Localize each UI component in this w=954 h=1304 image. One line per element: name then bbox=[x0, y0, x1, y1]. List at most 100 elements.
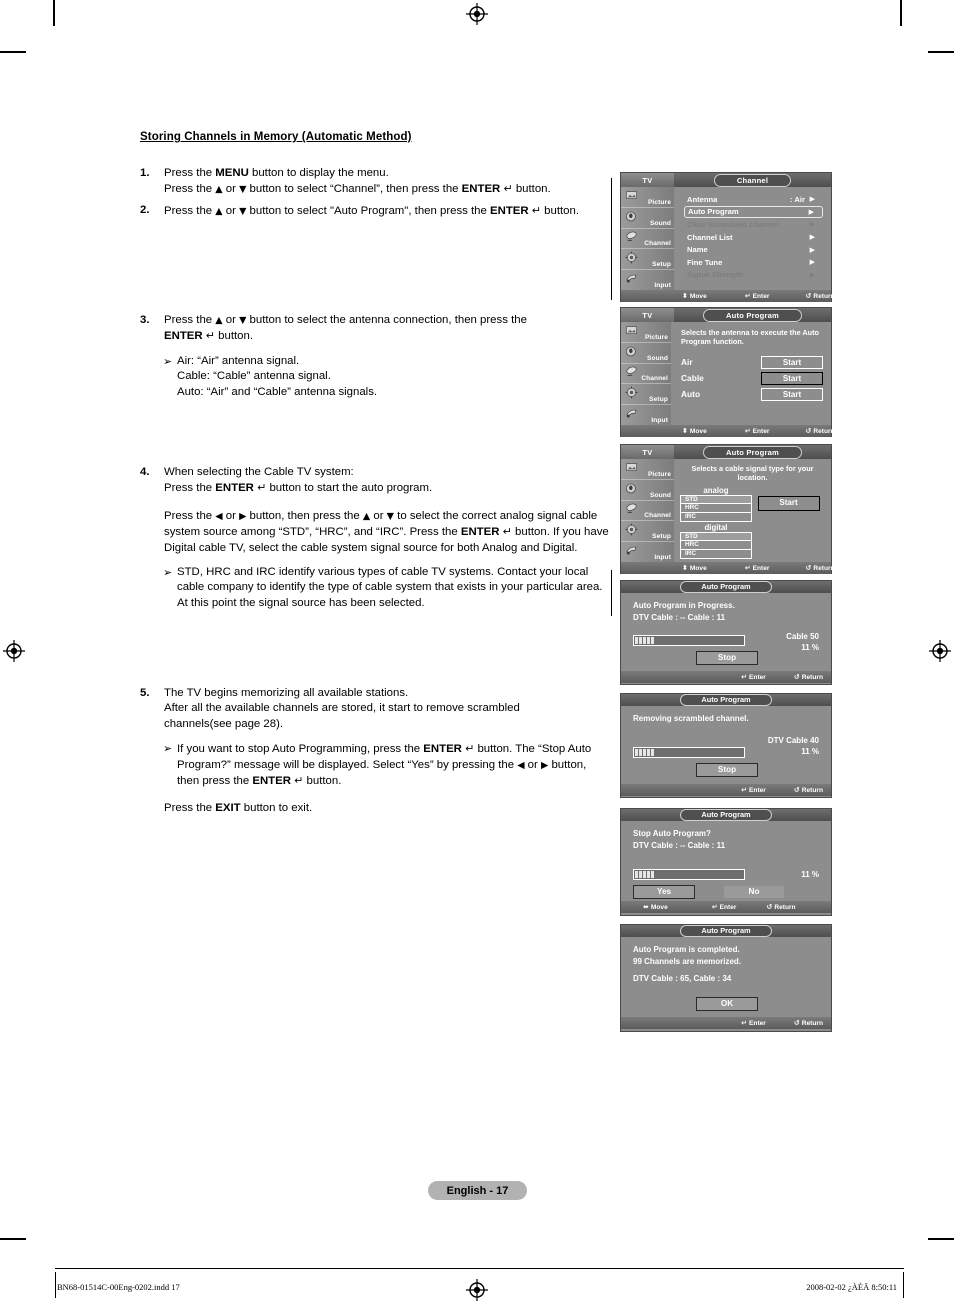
no-button[interactable]: No bbox=[723, 885, 785, 899]
analog-option-std[interactable]: STD bbox=[681, 495, 751, 505]
picture-icon bbox=[625, 189, 638, 202]
osd-sidebar: Picture Sound Channel Setup Input bbox=[621, 322, 671, 425]
dialog-footer: ⬌ Move ↵ Enter ↺ Return bbox=[621, 901, 831, 913]
dialog-title: Auto Program bbox=[680, 925, 772, 937]
page-side-rule-2 bbox=[611, 570, 613, 616]
sidebar-label: Input bbox=[651, 416, 668, 424]
sidebar-item-picture[interactable]: Picture bbox=[621, 187, 674, 208]
stop-button[interactable]: Stop bbox=[696, 762, 758, 777]
progress-stat-channel: Cable 50 bbox=[786, 632, 819, 641]
sidebar-item-input[interactable]: Input bbox=[621, 542, 674, 562]
start-button[interactable]: Start bbox=[757, 495, 820, 511]
sidebar-label: Sound bbox=[649, 491, 671, 499]
osd-dialog-stop-auto-program: Auto Program Stop Auto Program? DTV Cabl… bbox=[620, 808, 832, 916]
digital-option-list: STD HRC IRC bbox=[680, 531, 752, 560]
step-5-number: 5. bbox=[140, 687, 150, 699]
step-1-number: 1. bbox=[140, 167, 150, 179]
step-5: 5. The TV begins memorizing all availabl… bbox=[140, 686, 610, 817]
sidebar-item-setup[interactable]: Setup bbox=[621, 249, 674, 271]
setup-icon bbox=[625, 523, 638, 536]
footer-enter: ↵ Enter bbox=[741, 786, 766, 794]
sidebar-item-channel[interactable]: Channel bbox=[621, 501, 674, 522]
sidebar-label: Picture bbox=[647, 470, 671, 478]
menu-row-signal-strength[interactable]: Signal Strength ▶ bbox=[684, 269, 823, 282]
sidebar-label: Channel bbox=[644, 512, 671, 520]
osd-title-wrap: Auto Program bbox=[674, 445, 831, 459]
step-5-tail: Press the EXIT button to exit. bbox=[164, 802, 313, 815]
start-button-cable[interactable]: Start bbox=[761, 371, 823, 385]
up-down-arrow-icon: ⬍ bbox=[682, 292, 688, 300]
dialog-footer: ↵ Enter ↺ Return bbox=[621, 671, 831, 683]
digital-option-std[interactable]: STD bbox=[681, 532, 751, 542]
enter-icon: ↵ bbox=[744, 427, 751, 435]
sidebar-item-sound[interactable]: Sound bbox=[621, 343, 671, 364]
osd-header: TV Auto Program bbox=[621, 308, 831, 322]
step-3-body: Press the ▲ or ▼ button to select the an… bbox=[163, 313, 590, 400]
footer-return: ↺ Return bbox=[805, 427, 835, 435]
footer-move: ⬌ Move bbox=[643, 903, 668, 911]
menu-row-name[interactable]: Name ▶ bbox=[684, 243, 823, 256]
stop-button[interactable]: Stop bbox=[696, 651, 758, 665]
sidebar-label: Setup bbox=[652, 261, 671, 269]
menu-row-clear-scrambled-channel[interactable]: Clear Scrambled Channel ▶ bbox=[684, 218, 823, 231]
step-4-number: 4. bbox=[140, 466, 150, 478]
sidebar-item-setup[interactable]: Setup bbox=[621, 521, 674, 543]
dialog-body: Auto Program is completed. 99 Channels a… bbox=[621, 937, 831, 1017]
osd-body: Picture Sound Channel Setup Input bbox=[621, 187, 831, 290]
scrambled-line-1: Removing scrambled channel. bbox=[633, 714, 749, 723]
sidebar-label: Setup bbox=[649, 396, 668, 404]
chevron-right-icon: ▶ bbox=[809, 245, 815, 254]
sidebar-item-channel[interactable]: Channel bbox=[621, 364, 671, 385]
start-button-air[interactable]: Start bbox=[761, 355, 823, 369]
analog-option-irc[interactable]: IRC bbox=[681, 512, 751, 521]
option-label: Auto bbox=[681, 389, 701, 400]
analog-option-hrc[interactable]: HRC bbox=[681, 504, 751, 513]
signal-type-lists: analog STD HRC IRC digital STD HRC IRC bbox=[680, 486, 752, 560]
page-side-rule bbox=[611, 178, 613, 300]
sidebar-item-picture[interactable]: Picture bbox=[621, 459, 674, 480]
step-3: 3. Press the ▲ or ▼ button to select the… bbox=[140, 313, 590, 400]
footer-return: ↺ Return bbox=[793, 786, 823, 794]
start-button-auto[interactable]: Start bbox=[761, 387, 823, 401]
osd-body: Picture Sound Channel Setup Input bbox=[621, 459, 831, 562]
sidebar-item-setup[interactable]: Setup bbox=[621, 384, 671, 406]
menu-row-antenna[interactable]: Antenna : Air ▶ bbox=[684, 193, 823, 206]
note-bullet-icon: ➢ bbox=[163, 566, 173, 580]
menu-row-channel-list[interactable]: Channel List ▶ bbox=[684, 231, 823, 244]
analog-option-list: STD HRC IRC bbox=[680, 494, 752, 522]
progress-bar-fill bbox=[635, 637, 654, 644]
stop-line-2: DTV Cable : -- Cable : 11 bbox=[633, 840, 726, 850]
chevron-right-icon: ▶ bbox=[809, 258, 815, 267]
footer-move: ⬍ Move bbox=[682, 427, 707, 435]
sidebar-label: Input bbox=[654, 553, 671, 561]
sidebar-item-sound[interactable]: Sound bbox=[621, 208, 674, 229]
progress-stat-percent: 11 % bbox=[801, 643, 819, 652]
progress-stats: Cable 50 11 % bbox=[786, 631, 819, 653]
osd-title: Auto Program bbox=[702, 308, 803, 322]
sidebar-item-input[interactable]: Input bbox=[621, 405, 671, 425]
sidebar-item-sound[interactable]: Sound bbox=[621, 480, 674, 501]
digital-label: digital bbox=[704, 522, 728, 532]
menu-row-auto-program[interactable]: Auto Program ▶ bbox=[684, 205, 823, 219]
sidebar-label: Sound bbox=[646, 354, 668, 362]
channel-icon bbox=[625, 365, 638, 378]
sidebar-label: Sound bbox=[649, 219, 671, 227]
osd-header: TV Channel bbox=[621, 173, 831, 187]
completed-line-1: Auto Program is completed. bbox=[633, 945, 740, 954]
yes-button[interactable]: Yes bbox=[633, 885, 695, 899]
completed-line-3: DTV Cable : 65, Cable : 34 bbox=[633, 974, 732, 983]
channel-icon bbox=[625, 230, 638, 243]
digital-option-hrc[interactable]: HRC bbox=[681, 541, 751, 550]
menu-row-fine-tune[interactable]: Fine Tune ▶ bbox=[684, 256, 823, 269]
footer-move: ⬍ Move bbox=[682, 564, 707, 572]
ok-button[interactable]: OK bbox=[696, 996, 758, 1011]
panel-description: Selects a cable signal type for your loc… bbox=[691, 464, 814, 483]
footer-return: ↺ Return bbox=[766, 903, 796, 911]
sidebar-item-channel[interactable]: Channel bbox=[621, 229, 674, 250]
step-5-body: The TV begins memorizing all available s… bbox=[163, 686, 610, 817]
progress-bar-fill bbox=[635, 871, 654, 878]
sidebar-item-input[interactable]: Input bbox=[621, 270, 674, 290]
digital-option-irc[interactable]: IRC bbox=[681, 549, 751, 559]
sidebar-item-picture[interactable]: Picture bbox=[621, 322, 671, 343]
osd-dialog-auto-program-completed: Auto Program Auto Program is completed. … bbox=[620, 924, 832, 1032]
